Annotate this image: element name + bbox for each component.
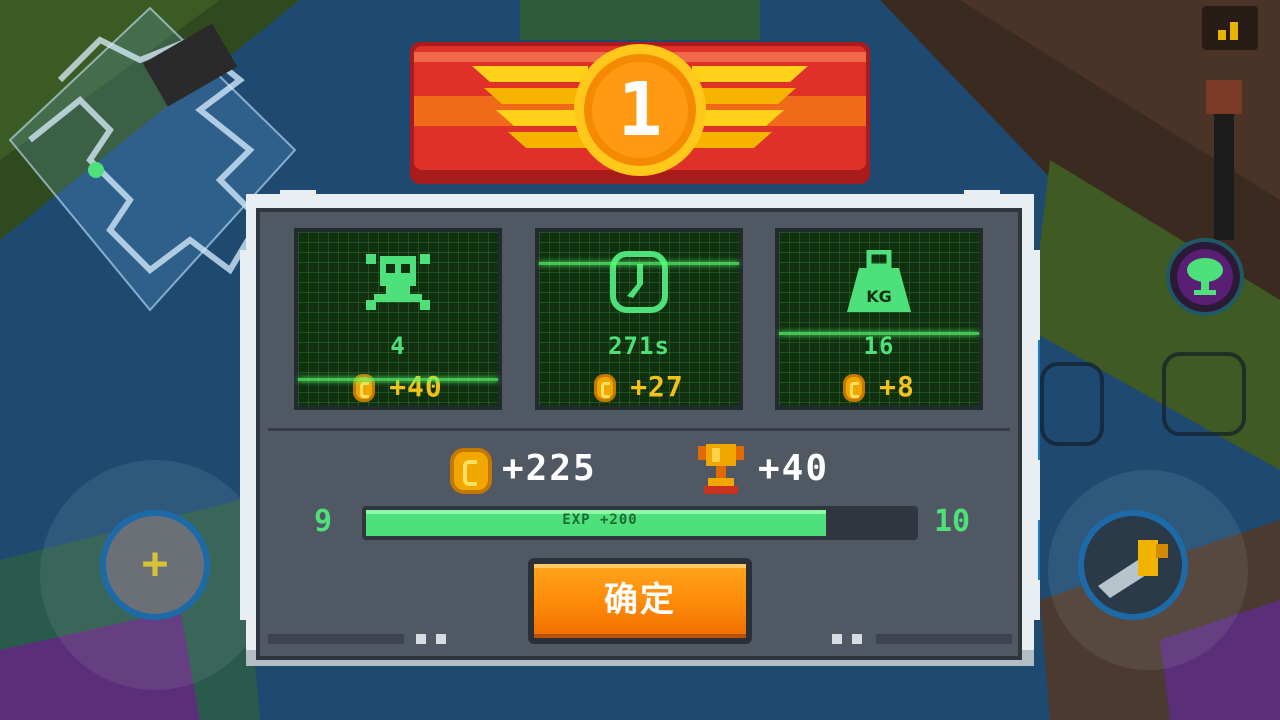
attack-pad[interactable] (1048, 470, 1248, 670)
time-stat: 271s +27 (535, 228, 743, 410)
weapon-button[interactable] (1078, 510, 1188, 620)
skull-crossbones-icon (366, 254, 430, 310)
signal-strength-icon (1202, 6, 1258, 50)
panel-footer-strip (876, 634, 1012, 644)
panel-footer-dot (416, 634, 426, 644)
weight-reward: +8 (779, 370, 979, 403)
coin-icon (594, 374, 617, 402)
exp-label: EXP +200 (562, 512, 638, 528)
joystick-knob[interactable]: + (100, 510, 210, 620)
player-marker-icon (88, 162, 104, 178)
coin-icon (843, 374, 866, 402)
clock-icon (610, 251, 668, 313)
panel-footer-dot (832, 634, 842, 644)
bomb-skill-button[interactable] (1166, 238, 1244, 316)
confirm-button-label: 确定 (534, 564, 746, 638)
scanline (298, 378, 498, 381)
panel-footer-strip (268, 634, 404, 644)
time-reward: +27 (539, 370, 739, 403)
time-value: 271s (608, 332, 670, 360)
empty-skill-slot[interactable] (1040, 362, 1104, 446)
kills-stat: 4 +40 (294, 228, 502, 410)
panel-divider (268, 428, 1010, 431)
weight-stat: KG 16 +8 (775, 228, 983, 410)
movement-joystick[interactable]: + (40, 460, 270, 690)
confirm-button[interactable]: 确定 (528, 558, 752, 644)
blaster-weapon-icon (1098, 540, 1168, 598)
weight-value: 16 (863, 332, 895, 360)
rank-number: 1 (617, 67, 663, 153)
coin-total: +225 (502, 448, 597, 489)
explosion-tree-icon (1177, 249, 1233, 305)
trophy-total: +40 (758, 448, 830, 489)
next-level: 10 (934, 504, 971, 539)
kills-reward: +40 (298, 370, 498, 403)
current-level: 9 (314, 504, 333, 539)
scanline (539, 262, 739, 265)
coin-total-icon (450, 448, 492, 494)
weight-icon-label: KG (866, 287, 892, 306)
kills-value: 4 (390, 332, 406, 360)
empty-skill-slot[interactable] (1162, 352, 1246, 436)
weight-icon: KG (847, 250, 911, 312)
panel-footer-dot (852, 634, 862, 644)
scanline (779, 332, 979, 335)
panel-footer-dot (436, 634, 446, 644)
trophy-icon (698, 444, 744, 494)
plus-icon: + (141, 538, 169, 589)
